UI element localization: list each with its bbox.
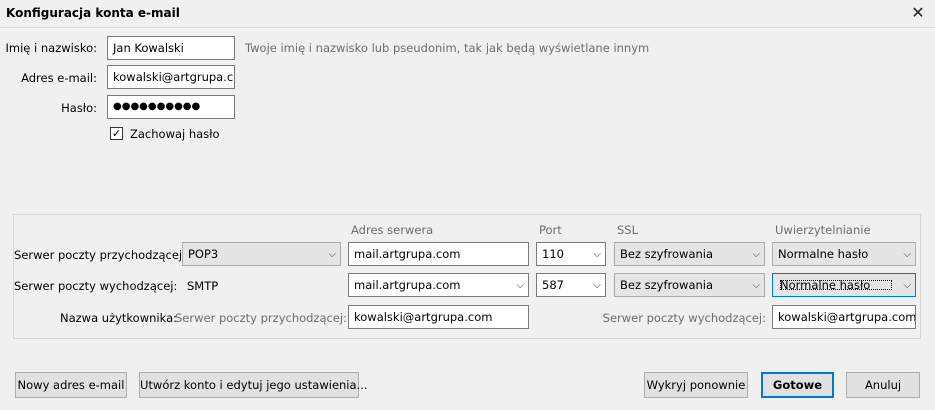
incoming-auth-value: Normalne hasło — [778, 247, 869, 261]
incoming-auth-select[interactable]: Normalne hasło ⌵ — [772, 242, 916, 266]
outgoing-auth-value: Normalne hasło — [778, 278, 894, 292]
incoming-protocol-select[interactable]: POP3 ⌵ — [182, 242, 341, 266]
incoming-server-label: Serwer poczty przychodzącej: — [14, 248, 187, 262]
new-email-address-button[interactable]: Nowy adres e-mail — [15, 372, 127, 398]
incoming-protocol-value: POP3 — [188, 247, 219, 261]
remember-password-checkbox[interactable]: ✓ — [110, 127, 123, 140]
chevron-down-icon: ⌵ — [752, 280, 760, 291]
chevron-down-icon: ⌵ — [328, 249, 336, 260]
chevron-down-icon: ⌵ — [903, 249, 911, 260]
password-label: Hasło: — [61, 101, 97, 115]
column-header-address: Adres serwera — [351, 223, 434, 237]
chevron-down-icon: ⌵ — [516, 280, 524, 291]
incoming-port-value: 110 — [542, 247, 564, 261]
incoming-port-select[interactable]: 110 ⌵ — [536, 242, 606, 266]
chevron-down-icon: ⌵ — [593, 280, 601, 291]
name-hint: Twoje imię i nazwisko lub pseudonim, tak… — [245, 41, 650, 55]
chevron-down-icon: ⌵ — [593, 249, 601, 260]
incoming-username-input[interactable]: kowalski@artgrupa.com — [348, 305, 529, 329]
outgoing-auth-select[interactable]: Normalne hasło ⌵ — [772, 273, 916, 297]
window-title: Konfiguracja konta e-mail — [6, 6, 180, 20]
done-button[interactable]: Gotowe — [761, 372, 834, 398]
outgoing-username-label: Serwer poczty wychodzącej: — [602, 311, 766, 325]
incoming-ssl-value: Bez szyfrowania — [620, 247, 714, 261]
outgoing-server-label: Serwer poczty wychodzącej: — [14, 279, 178, 293]
outgoing-port-value: 587 — [542, 278, 564, 292]
username-label: Nazwa użytkownika: — [60, 311, 177, 325]
outgoing-port-select[interactable]: 587 ⌵ — [536, 273, 606, 297]
incoming-ssl-select[interactable]: Bez szyfrowania ⌵ — [614, 242, 765, 266]
cancel-button[interactable]: Anuluj — [846, 372, 920, 398]
create-and-edit-account-button[interactable]: Utwórz konto i edytuj jego ustawienia... — [139, 372, 368, 398]
password-input[interactable]: ●●●●●●●●●● — [107, 95, 235, 119]
column-header-port: Port — [539, 223, 562, 237]
remember-password-label: Zachowaj hasło — [130, 127, 220, 141]
column-header-ssl: SSL — [617, 223, 639, 237]
name-label: Imię i nazwisko: — [5, 41, 98, 55]
outgoing-address-combobox[interactable]: mail.artgrupa.com ⌵ — [348, 273, 529, 297]
email-input[interactable]: kowalski@artgrupa.com — [107, 65, 235, 89]
name-input[interactable]: Jan Kowalski — [107, 36, 235, 60]
outgoing-ssl-select[interactable]: Bez szyfrowania ⌵ — [614, 273, 765, 297]
chevron-down-icon: ⌵ — [752, 249, 760, 260]
close-icon[interactable]: ✕ — [906, 2, 930, 26]
incoming-username-label: Serwer poczty przychodzącej: — [175, 311, 348, 325]
chevron-down-icon: ⌵ — [903, 280, 911, 291]
outgoing-username-input[interactable]: kowalski@artgrupa.com — [772, 305, 916, 329]
incoming-address-input[interactable]: mail.artgrupa.com — [348, 242, 529, 266]
outgoing-address-value: mail.artgrupa.com — [354, 278, 461, 292]
redetect-button[interactable]: Wykryj ponownie — [644, 372, 748, 398]
outgoing-protocol-label: SMTP — [187, 279, 219, 293]
email-label: Adres e-mail: — [21, 71, 97, 85]
outgoing-ssl-value: Bez szyfrowania — [620, 278, 714, 292]
column-header-auth: Uwierzytelnianie — [775, 223, 871, 237]
